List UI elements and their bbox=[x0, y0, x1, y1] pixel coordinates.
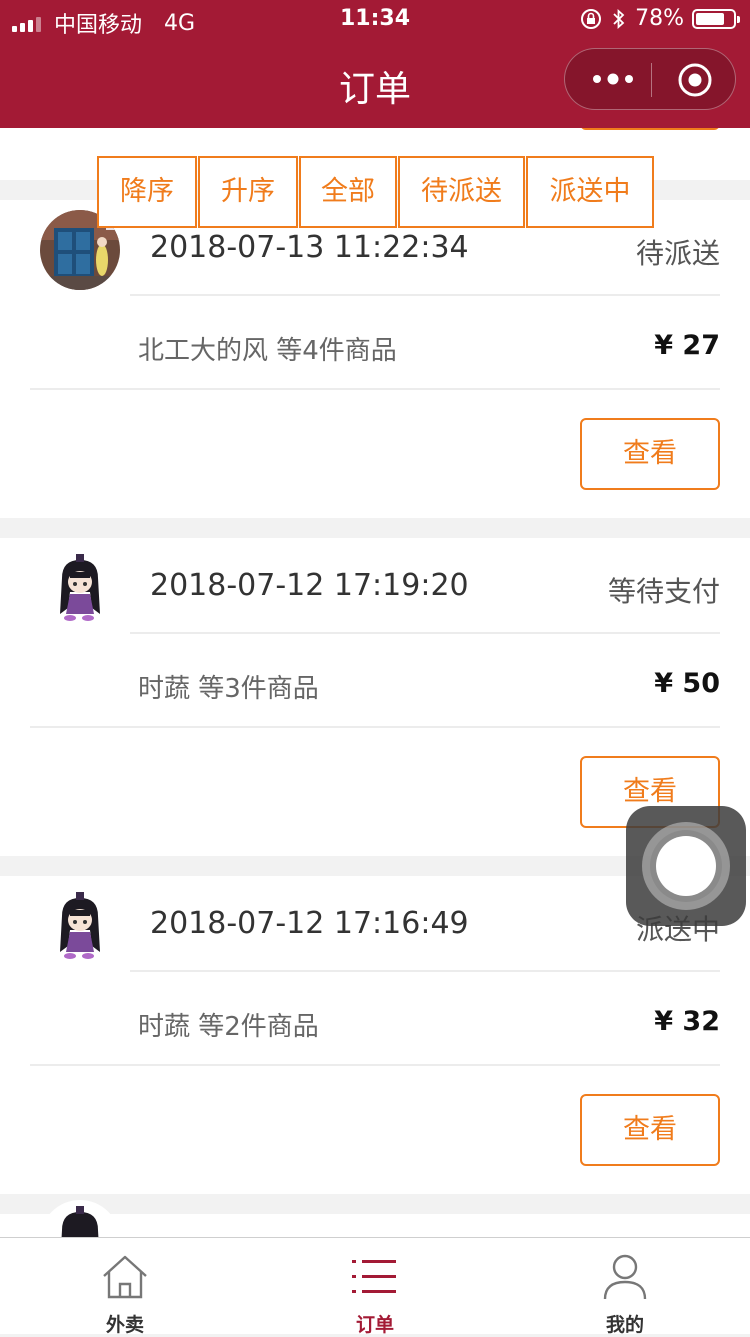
divider bbox=[30, 388, 720, 390]
view-button[interactable]: 查看 bbox=[580, 418, 720, 490]
tab-label: 我的 bbox=[605, 1314, 644, 1336]
order-filter: 降序 升序 全部 待派送 派送中 bbox=[97, 156, 655, 228]
user-icon bbox=[603, 1254, 647, 1300]
view-button[interactable]: 查看 bbox=[580, 1094, 720, 1166]
filter-asc[interactable]: 升序 bbox=[198, 156, 298, 228]
filter-all[interactable]: 全部 bbox=[299, 156, 397, 228]
avatar bbox=[40, 1200, 120, 1237]
filter-pending-delivery[interactable]: 待派送 bbox=[398, 156, 525, 228]
view-button[interactable]: 查看 bbox=[580, 128, 720, 130]
order-items: 北工大的风 等4件商品 bbox=[138, 336, 397, 366]
order-price: ¥ 27 bbox=[654, 330, 720, 361]
order-price: ¥ 50 bbox=[654, 668, 720, 699]
list-icon bbox=[352, 1260, 396, 1293]
tab-bar: 外卖 订单 我的 bbox=[0, 1237, 750, 1336]
order-items: 时蔬 等2件商品 bbox=[138, 1012, 319, 1042]
divider bbox=[130, 632, 720, 634]
miniprogram-capsule bbox=[564, 48, 736, 110]
order-date: 2018-07-13 11:22:34 bbox=[150, 230, 469, 265]
order-card-partial bbox=[0, 1200, 750, 1237]
divider bbox=[30, 726, 720, 728]
order-status: 待派送 bbox=[635, 237, 720, 270]
order-price: ¥ 32 bbox=[654, 1006, 720, 1037]
order-date: 2018-07-12 17:19:20 bbox=[150, 568, 469, 603]
divider bbox=[130, 294, 720, 296]
order-card: 2018-07-13 11:22:34 待派送 北工大的风 等4件商品 ¥ 27… bbox=[0, 200, 750, 518]
nav-bar: 订单 bbox=[0, 40, 750, 128]
filter-delivering[interactable]: 派送中 bbox=[526, 156, 654, 228]
battery-percent: 78% bbox=[635, 6, 684, 31]
order-date: 2018-07-12 17:16:49 bbox=[150, 906, 469, 941]
more-icon[interactable] bbox=[591, 71, 635, 87]
divider bbox=[130, 970, 720, 972]
order-status: 等待支付 bbox=[607, 575, 720, 608]
order-items: 时蔬 等3件商品 bbox=[138, 674, 319, 704]
home-icon bbox=[103, 1255, 147, 1299]
battery-icon bbox=[692, 8, 740, 29]
order-card: 2018-07-12 17:16:49 派送中 时蔬 等2件商品 ¥ 32 查看 bbox=[0, 876, 750, 1194]
avatar bbox=[40, 886, 120, 966]
rotation-lock-icon bbox=[581, 8, 602, 29]
divider bbox=[30, 1064, 720, 1066]
tab-takeaway[interactable]: 外卖 bbox=[0, 1238, 250, 1336]
capsule-divider bbox=[651, 63, 652, 97]
tab-label: 订单 bbox=[355, 1314, 394, 1336]
tab-mine[interactable]: 我的 bbox=[500, 1238, 750, 1336]
status-right: 78% bbox=[579, 6, 740, 31]
assistive-touch-button[interactable] bbox=[626, 806, 746, 926]
close-miniprogram-icon[interactable] bbox=[677, 62, 713, 98]
tab-orders[interactable]: 订单 bbox=[250, 1238, 500, 1336]
status-bar: 中国移动 4G 11:34 78% bbox=[0, 0, 750, 40]
filter-desc[interactable]: 降序 bbox=[97, 156, 197, 228]
avatar bbox=[40, 548, 120, 628]
order-list: 查看 2018-07-13 11:22:34 待派送 北工大的风 等4件商品 ¥… bbox=[0, 128, 750, 1237]
bluetooth-icon bbox=[613, 8, 625, 29]
tab-label: 外卖 bbox=[105, 1314, 144, 1336]
